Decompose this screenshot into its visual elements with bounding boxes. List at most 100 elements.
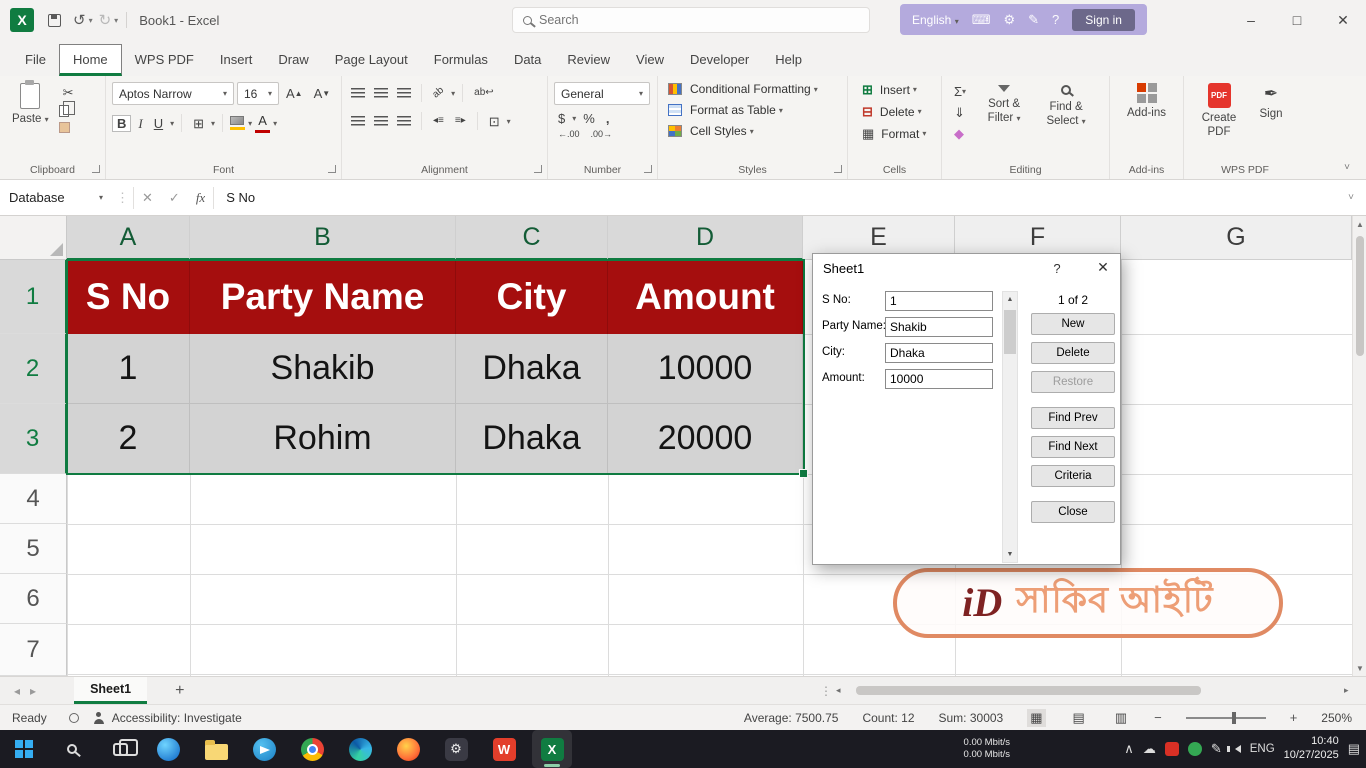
cell-c3[interactable]: Dhaka xyxy=(456,404,608,474)
increase-font-size-button[interactable]: A▲ xyxy=(282,86,307,101)
paste-button[interactable]: Paste ▾ xyxy=(6,82,55,133)
notification-center-icon[interactable]: ▤ xyxy=(1348,741,1360,757)
maximize-button[interactable]: □ xyxy=(1274,0,1320,40)
sort-filter-button[interactable]: Sort & Filter ▾ xyxy=(976,82,1032,141)
zoom-out-button[interactable]: − xyxy=(1154,710,1162,725)
column-header-c[interactable]: C xyxy=(456,216,608,260)
orientation-button[interactable]: ab xyxy=(427,82,449,103)
city-input[interactable] xyxy=(885,343,993,363)
tab-wps-pdf[interactable]: WPS PDF xyxy=(122,45,207,76)
collapse-ribbon-icon[interactable]: ˅ xyxy=(1344,162,1350,173)
search-input[interactable] xyxy=(539,13,859,27)
middle-align-button[interactable] xyxy=(374,88,388,99)
volume-icon[interactable] xyxy=(1231,745,1241,753)
qat-customize-chevron-icon[interactable]: ▾ xyxy=(114,16,118,25)
dialog-launcher-icon[interactable] xyxy=(328,165,336,173)
scroll-up-icon[interactable]: ▲ xyxy=(1353,216,1366,232)
undo-icon[interactable]: ↺ xyxy=(73,11,86,29)
top-align-button[interactable] xyxy=(351,88,365,99)
tab-developer[interactable]: Developer xyxy=(677,45,762,76)
dialog-launcher-icon[interactable] xyxy=(644,165,652,173)
expand-formula-bar-icon[interactable]: ˅ xyxy=(1348,192,1354,203)
column-header-d[interactable]: D xyxy=(608,216,803,260)
scroll-down-icon[interactable]: ▼ xyxy=(1003,547,1017,562)
minimize-button[interactable]: – xyxy=(1228,0,1274,40)
page-layout-view-button[interactable]: ▤ xyxy=(1070,709,1088,727)
accessibility-status[interactable]: Accessibility: Investigate xyxy=(112,711,242,725)
name-box[interactable]: Database ▾ xyxy=(0,180,112,215)
tab-home[interactable]: Home xyxy=(59,44,122,76)
decrease-indent-button[interactable]: ◂≡ xyxy=(429,115,448,127)
decrease-font-size-button[interactable]: A▼ xyxy=(310,86,335,101)
format-painter-button[interactable] xyxy=(59,122,70,133)
scroll-up-icon[interactable]: ▲ xyxy=(1003,292,1017,307)
sno-input[interactable] xyxy=(885,291,993,311)
taskbar-app-skype[interactable] xyxy=(148,730,188,768)
next-sheet-icon[interactable]: ▸ xyxy=(30,684,36,698)
merge-center-button[interactable]: ⊡ xyxy=(485,114,504,129)
tab-page-layout[interactable]: Page Layout xyxy=(322,45,421,76)
tab-formulas[interactable]: Formulas xyxy=(421,45,501,76)
dialog-close-icon[interactable]: ✕ xyxy=(1091,259,1115,276)
number-format-select[interactable]: General▾ xyxy=(554,82,650,105)
row-header-6[interactable]: 6 xyxy=(0,574,67,624)
party-input[interactable] xyxy=(885,317,993,337)
clear-button[interactable]: ◆ xyxy=(950,126,970,141)
cancel-entry-icon[interactable]: ✕ xyxy=(134,190,161,206)
cell-a1[interactable]: S No xyxy=(67,260,190,334)
cell-b2[interactable]: Shakib xyxy=(190,334,456,404)
scroll-right-icon[interactable]: ▸ xyxy=(1344,685,1349,696)
dialog-launcher-icon[interactable] xyxy=(534,165,542,173)
taskbar-app-file-explorer[interactable] xyxy=(196,730,236,768)
cell-a2[interactable]: 1 xyxy=(67,334,190,404)
pen-tray-icon[interactable]: ✎ xyxy=(1211,741,1222,757)
cell-d2[interactable]: 10000 xyxy=(608,334,803,404)
tab-data[interactable]: Data xyxy=(501,45,554,76)
excel-app-icon[interactable]: X xyxy=(10,8,34,32)
taskbar-search-button[interactable] xyxy=(52,730,92,768)
clock[interactable]: 10:40 10/27/2025 xyxy=(1284,735,1339,763)
taskbar-app-excel[interactable]: X xyxy=(532,730,572,768)
sign-button[interactable]: ✒ Sign xyxy=(1248,82,1294,141)
overlay-language-select[interactable]: English ▾ xyxy=(912,13,959,27)
delete-cells-button[interactable]: ⊟ Delete▾ xyxy=(858,104,935,119)
macro-record-icon[interactable] xyxy=(69,713,79,723)
zoom-slider-thumb[interactable] xyxy=(1232,712,1236,724)
pen-icon[interactable]: ✎ xyxy=(1028,12,1039,28)
name-box-splitter[interactable]: ⋮ xyxy=(116,190,129,206)
tab-review[interactable]: Review xyxy=(554,45,623,76)
row-header-7[interactable]: 7 xyxy=(0,624,67,676)
tab-splitter[interactable]: ⋮ xyxy=(820,684,832,698)
underline-button[interactable]: U xyxy=(150,116,167,131)
row-header-1[interactable]: 1 xyxy=(0,260,67,334)
row-header-5[interactable]: 5 xyxy=(0,524,67,574)
formula-bar-content[interactable]: S No xyxy=(226,190,255,205)
cell-styles-button[interactable]: Cell Styles▾ xyxy=(668,124,841,138)
tab-insert[interactable]: Insert xyxy=(207,45,266,76)
align-left-button[interactable] xyxy=(351,116,365,127)
dialog-launcher-icon[interactable] xyxy=(92,165,100,173)
keyboard-icon[interactable]: ⌨ xyxy=(972,12,991,28)
tray-green-app-icon[interactable] xyxy=(1188,742,1202,756)
insert-function-button[interactable]: fx xyxy=(188,190,213,206)
comma-style-button[interactable]: , xyxy=(602,111,614,126)
tray-red-app-icon[interactable] xyxy=(1165,742,1179,756)
save-icon[interactable] xyxy=(48,14,61,27)
bold-button[interactable]: B xyxy=(112,115,131,132)
new-button[interactable]: New xyxy=(1031,313,1115,335)
wrap-text-button[interactable]: ab↩ xyxy=(470,87,498,99)
dialog-scroll-thumb[interactable] xyxy=(1004,310,1016,354)
align-center-button[interactable] xyxy=(374,116,388,127)
zoom-level[interactable]: 250% xyxy=(1321,711,1352,725)
confirm-entry-icon[interactable]: ✓ xyxy=(161,190,188,206)
row-header-2[interactable]: 2 xyxy=(0,334,67,404)
italic-button[interactable]: I xyxy=(134,116,146,131)
search-box[interactable] xyxy=(512,7,870,33)
font-color-button[interactable]: A xyxy=(255,113,270,133)
taskbar-app-chrome[interactable] xyxy=(292,730,332,768)
taskbar-app-firefox[interactable] xyxy=(388,730,428,768)
cell-d3[interactable]: 20000 xyxy=(608,404,803,474)
tab-view[interactable]: View xyxy=(623,45,677,76)
fill-button[interactable]: ⇓ xyxy=(950,105,970,120)
task-view-button[interactable] xyxy=(100,730,140,768)
